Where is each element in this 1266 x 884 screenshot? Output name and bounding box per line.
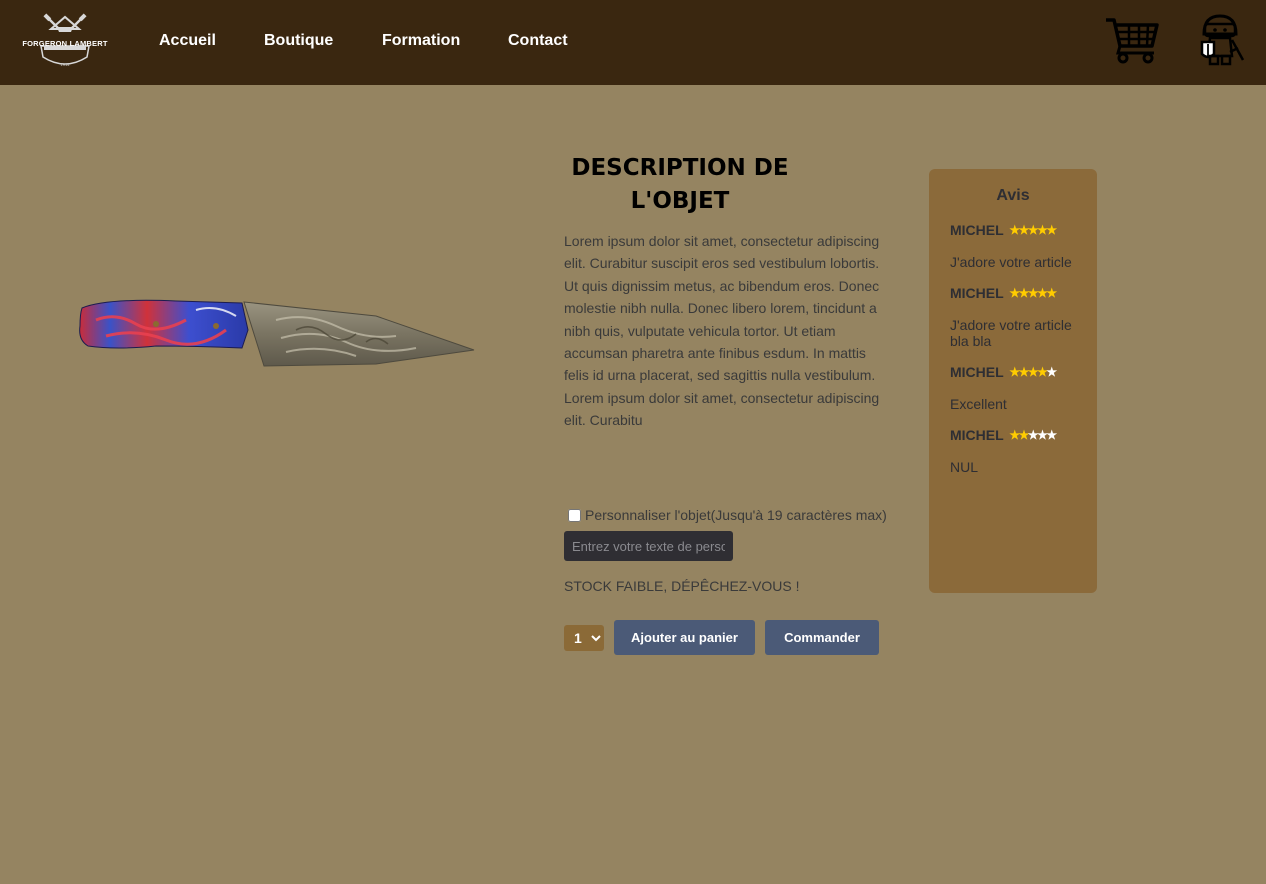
review-author: MICHEL	[950, 364, 1004, 380]
knight-avatar-icon[interactable]	[1196, 12, 1246, 68]
star-filled-icon: ★	[1018, 223, 1030, 237]
star-filled-icon: ★	[1046, 223, 1057, 237]
star-empty-icon: ★	[1027, 428, 1039, 442]
review-rating-stars: ★★★★★	[1009, 286, 1057, 300]
nav-formation[interactable]: Formation	[382, 32, 460, 50]
star-filled-icon: ★	[1037, 223, 1048, 237]
personalize-input[interactable]	[564, 531, 733, 561]
review-rating-stars: ★★★★★	[1009, 365, 1057, 379]
product-title: DESCRIPTION DE L'OBJET	[571, 155, 789, 214]
shopping-cart-icon[interactable]	[1104, 16, 1160, 64]
star-filled-icon: ★	[1009, 428, 1020, 442]
nav-contact[interactable]: Contact	[508, 32, 568, 50]
reviews-title: Avis	[996, 187, 1030, 204]
nav-accueil[interactable]: Accueil	[159, 32, 216, 50]
brand-logo[interactable]: 1914 FORGERON LAMBERT	[14, 13, 116, 71]
review-list: MICHEL ★★★★★ J'adore votre article MICHEL …	[950, 222, 1076, 475]
svg-text:1914: 1914	[61, 62, 71, 67]
review-header: MICHEL ★★★★★	[950, 285, 1076, 302]
personalize-checkbox[interactable]	[568, 508, 581, 522]
star-filled-icon: ★	[1009, 365, 1020, 379]
damascus-knife-image	[79, 299, 475, 367]
review-header: MICHEL ★★★★★	[950, 222, 1076, 239]
star-filled-icon: ★	[1037, 286, 1048, 300]
personalize-label: Personnaliser l'objet(Jusqu'à 19 caractè…	[585, 507, 887, 523]
star-empty-icon: ★	[1046, 428, 1057, 442]
star-filled-icon: ★	[1009, 223, 1020, 237]
review-header: MICHEL ★★★★★	[950, 364, 1076, 381]
star-filled-icon: ★	[1009, 286, 1020, 300]
star-filled-icon: ★	[1018, 365, 1030, 379]
site-header: 1914 FORGERON LAMBERT Accueil Boutique F…	[0, 0, 1266, 85]
stock-warning: STOCK FAIBLE, DÉPÊCHEZ-VOUS !	[564, 578, 800, 594]
add-to-cart-button[interactable]: Ajouter au panier	[614, 620, 755, 655]
star-empty-icon: ★	[1046, 365, 1057, 379]
order-button[interactable]: Commander	[765, 620, 879, 655]
review-rating-stars: ★★★★★	[1009, 428, 1057, 442]
star-empty-icon: ★	[1037, 428, 1048, 442]
product-description: Lorem ipsum dolor sit amet, consectetur …	[564, 233, 880, 429]
star-filled-icon: ★	[1037, 365, 1048, 379]
personalize-option[interactable]: Personnaliser l'objet(Jusqu'à 19 caractè…	[564, 506, 887, 524]
review-text: J'adore votre article bla bla	[950, 317, 1072, 349]
quantity-select[interactable]: 1	[564, 625, 604, 651]
star-filled-icon: ★	[1046, 286, 1057, 300]
nav-boutique[interactable]: Boutique	[264, 32, 333, 50]
reviews-panel: Avis MICHEL ★★★★★ J'adore votre article MI…	[929, 169, 1097, 593]
review-rating-stars: ★★★★★	[1009, 223, 1057, 237]
review-text: J'adore votre article	[950, 254, 1072, 270]
review-header: MICHEL ★★★★★	[950, 427, 1076, 444]
logo-text: FORGERON LAMBERT	[22, 39, 108, 48]
review-author: MICHEL	[950, 222, 1004, 238]
review-author: MICHEL	[950, 427, 1004, 443]
star-filled-icon: ★	[1027, 286, 1039, 300]
star-filled-icon: ★	[1027, 223, 1039, 237]
star-filled-icon: ★	[1018, 286, 1030, 300]
review-text: NUL	[950, 459, 979, 475]
review-text: Excellent	[950, 396, 1007, 412]
star-filled-icon: ★	[1018, 428, 1030, 442]
star-filled-icon: ★	[1027, 365, 1039, 379]
review-author: MICHEL	[950, 285, 1004, 301]
